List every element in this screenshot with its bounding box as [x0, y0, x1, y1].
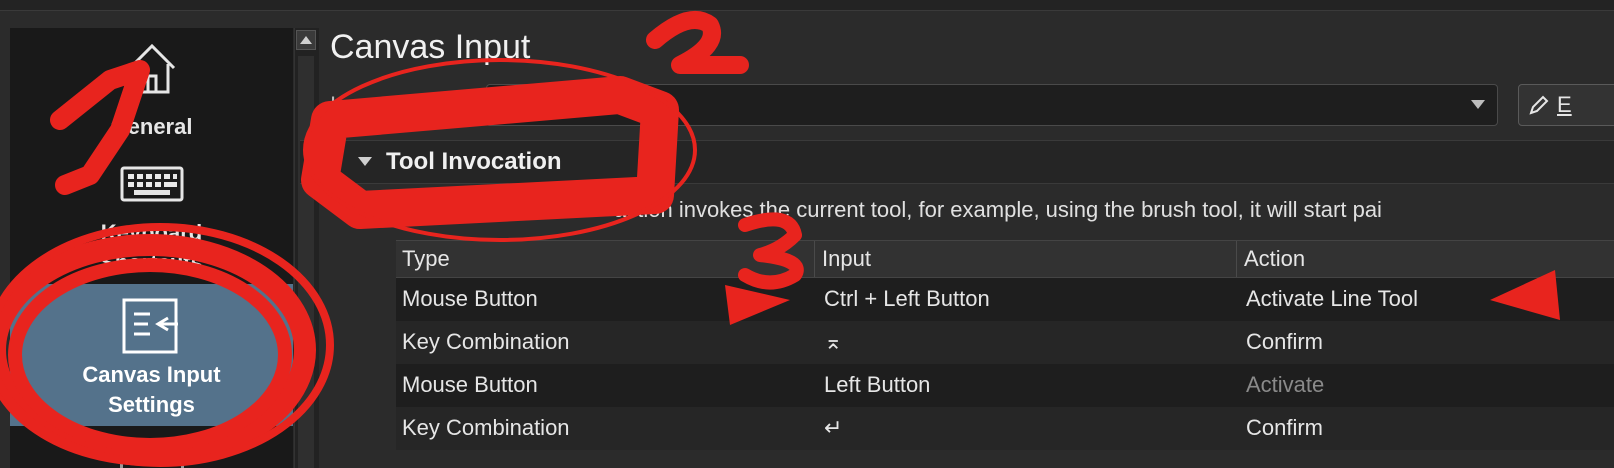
chevron-down-icon — [1471, 100, 1485, 109]
canvas-input-icon — [122, 298, 178, 354]
cell-action: Activate — [1246, 372, 1325, 397]
section-title: Tool Invocation — [386, 148, 562, 175]
cell-input: ⌅ — [824, 329, 843, 354]
scroll-up-button[interactable] — [296, 30, 316, 50]
cell-action: Confirm — [1246, 415, 1324, 440]
shortcuts-table: Type Input Action Mouse Button Ctrl + Le… — [396, 240, 1614, 450]
input-profile-value: Krita Vim — [495, 92, 584, 117]
sidebar-item-general[interactable]: General — [10, 38, 293, 158]
sidebar-item-keyboard-shortcuts[interactable]: Keyboard Shortcuts — [10, 160, 293, 280]
input-profile-select[interactable]: Krita Vim — [486, 84, 1498, 126]
edit-button-label: E — [1557, 92, 1572, 117]
pencil-icon — [1529, 95, 1549, 115]
column-divider — [1236, 241, 1237, 277]
sidebar-item-label: Canvas Input Settings — [82, 362, 221, 417]
sidebar-item-label: Keyboard Shortcuts — [100, 220, 203, 275]
table-row[interactable]: Mouse Button Ctrl + Left Button Activate… — [396, 278, 1614, 321]
table-row[interactable]: Key Combination ⌅ Confirm — [396, 321, 1614, 364]
table-row[interactable]: Key Combination ↵ Confirm — [396, 407, 1614, 450]
annotation-number-2 — [646, 11, 749, 74]
page-title: Canvas Input — [330, 28, 531, 66]
cell-type: Key Combination — [402, 329, 570, 354]
table-header: Type Input Action — [396, 240, 1614, 278]
chevron-up-icon — [300, 36, 312, 44]
column-header-action[interactable]: Action — [1244, 246, 1305, 272]
scrollbar-thumb[interactable] — [298, 56, 314, 468]
column-divider — [814, 241, 815, 277]
cell-type: Mouse Button — [402, 286, 538, 311]
edit-profiles-button[interactable]: E — [1518, 84, 1614, 126]
column-header-type[interactable]: Type — [402, 246, 450, 272]
section-description: action invokes the current tool, for exa… — [614, 197, 1382, 222]
section-tool-invocation[interactable]: Tool Invocation — [300, 140, 1614, 184]
cell-type: Mouse Button — [402, 372, 538, 397]
cell-action: Confirm — [1246, 329, 1324, 354]
input-profile-label: Input Profile — [330, 92, 448, 117]
expand-triangle-icon — [358, 157, 372, 166]
home-icon — [128, 43, 175, 94]
cell-input: ↵ — [824, 415, 843, 440]
window-top-border — [0, 0, 1614, 11]
cell-action: Activate Line Tool — [1246, 286, 1419, 311]
column-header-input[interactable]: Input — [822, 246, 871, 272]
sidebar-item-partial-icon[interactable] — [120, 440, 184, 468]
table-row[interactable]: Mouse Button Left Button Activate — [396, 364, 1614, 407]
keyboard-icon — [120, 166, 183, 202]
cell-input: Ctrl + Left Button — [824, 286, 990, 311]
settings-sidebar: General Keyboard Shortcuts Canvas Input … — [10, 28, 293, 468]
cell-type: Key Combination — [402, 415, 570, 440]
sidebar-item-label: General — [110, 114, 193, 139]
sidebar-item-canvas-input-settings[interactable]: Canvas Input Settings — [10, 284, 293, 426]
cell-input: Left Button — [824, 372, 931, 397]
